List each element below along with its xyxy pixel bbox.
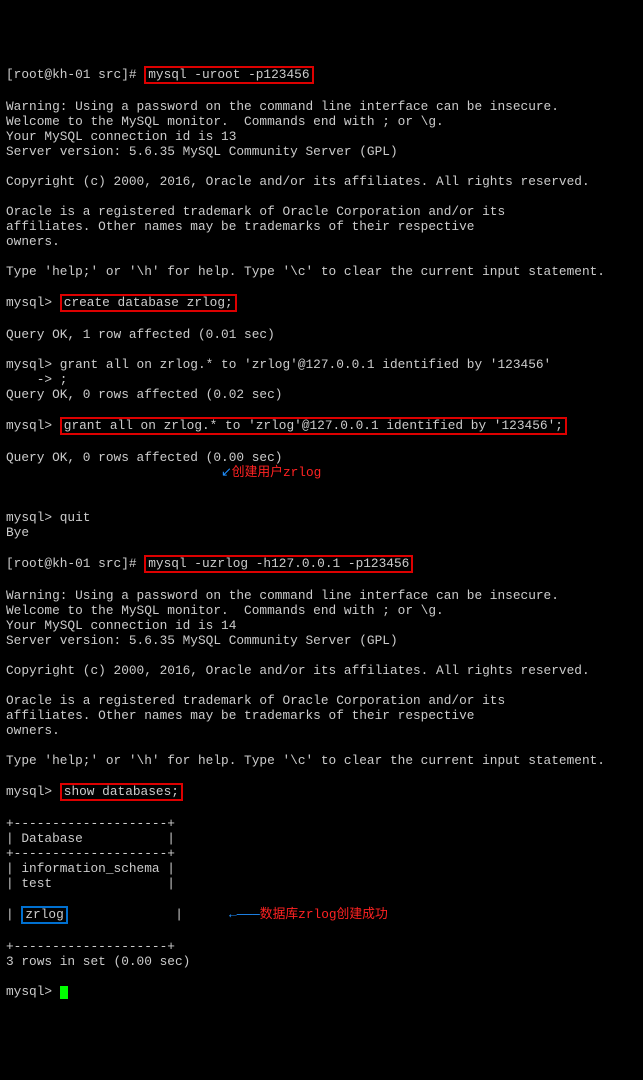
terminal-output: [root@kh-01 src]# mysql -uroot -p123456 (6, 66, 637, 84)
cmd-create-db: create database zrlog; (60, 294, 237, 312)
output-create-db: Query OK, 1 row affected (0.01 sec) mysq… (6, 327, 637, 402)
mysql-prompt: mysql> (6, 784, 60, 799)
cmd-mysql-root: mysql -uroot -p123456 (144, 66, 313, 84)
output-quit: mysql> quit Bye (6, 495, 637, 540)
arrow-icon: ↙ (221, 465, 232, 480)
cursor-block[interactable] (60, 986, 68, 999)
mysql-prompt: mysql> (6, 418, 60, 433)
cmd-show-db: show databases; (60, 783, 183, 801)
db-list-tail: +--------------------+ 3 rows in set (0.… (6, 939, 637, 969)
annotation-create-user: 创建用户zrlog (232, 465, 322, 480)
shell-prompt: [root@kh-01 src]# (6, 556, 144, 571)
annotation-db-success: 数据库zrlog创建成功 (260, 907, 388, 922)
mysql-banner-2: Warning: Using a password on the command… (6, 588, 637, 768)
output-grant: Query OK, 0 rows affected (0.00 sec) (6, 450, 282, 465)
mysql-prompt: mysql> (6, 295, 60, 310)
cmd-mysql-zrlog: mysql -uzrlog -h127.0.0.1 -p123456 (144, 555, 413, 573)
db-zrlog-highlight: zrlog (21, 906, 67, 924)
mysql-banner-1: Warning: Using a password on the command… (6, 99, 637, 279)
shell-prompt: [root@kh-01 src]# (6, 67, 144, 82)
mysql-prompt: mysql> (6, 984, 60, 999)
arrow-icon: ←——— (229, 907, 260, 922)
cmd-grant: grant all on zrlog.* to 'zrlog'@127.0.0.… (60, 417, 567, 435)
db-list-head: +--------------------+ | Database | +---… (6, 816, 637, 891)
